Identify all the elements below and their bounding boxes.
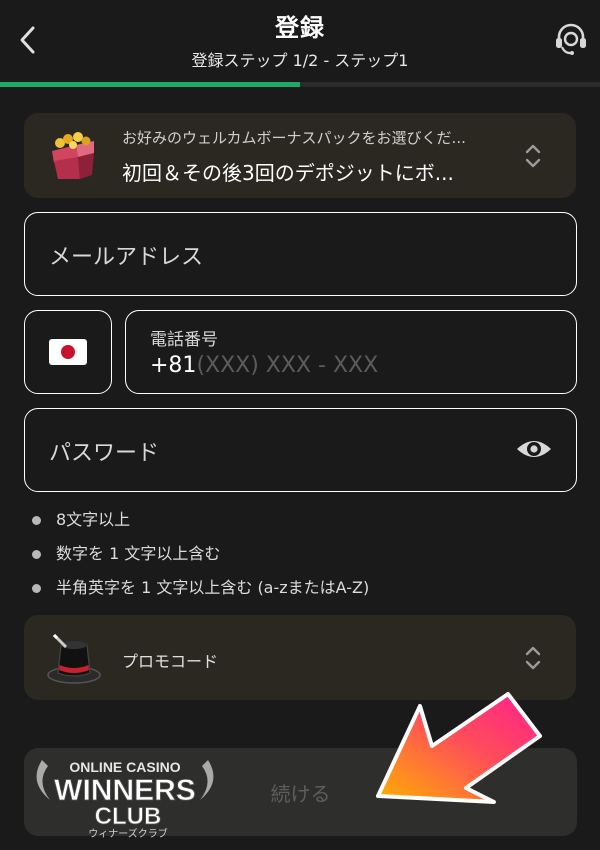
country-code-selector[interactable] bbox=[24, 310, 112, 394]
phone-field[interactable]: 電話番号 +81(XXX) XXX - XXX bbox=[125, 310, 577, 394]
step-indicator: 登録ステップ 1/2 - ステップ1 bbox=[191, 51, 409, 70]
chevron-up-down-icon bbox=[525, 144, 541, 168]
progress-bar-fill bbox=[0, 82, 300, 87]
welcome-bonus-select[interactable]: お好みのウェルカムボーナスパックをお選びくだ... 初回＆その後3回のデポジット… bbox=[24, 113, 576, 198]
chevron-up-down-icon bbox=[525, 646, 541, 670]
password-rules: 8文字以上 数字を 1 文字以上含む 半角英字を 1 文字以上含む (a-zまた… bbox=[30, 508, 590, 610]
logo-line-1: ONLINE CASINO bbox=[69, 759, 180, 775]
headset-support-icon bbox=[556, 23, 586, 55]
bullet-icon bbox=[32, 584, 41, 593]
password-field[interactable]: パスワード bbox=[24, 408, 577, 492]
bullet-icon bbox=[32, 516, 41, 525]
email-field[interactable]: メールアドレス bbox=[24, 212, 577, 296]
password-rule: 8文字以上 bbox=[30, 508, 590, 542]
support-button[interactable] bbox=[552, 20, 590, 58]
promo-code-label: プロモコード bbox=[122, 652, 219, 671]
password-rule: 半角英字を 1 文字以上含む (a-zまたはA-Z) bbox=[30, 576, 590, 610]
phone-placeholder: (XXX) XXX - XXX bbox=[196, 353, 379, 378]
pointer-arrow-icon bbox=[376, 692, 542, 804]
header: 登録 登録ステップ 1/2 - ステップ1 bbox=[0, 0, 600, 82]
password-rule: 数字を 1 文字以上含む bbox=[30, 542, 590, 576]
phone-label: 電話番号 bbox=[150, 330, 218, 350]
password-placeholder: パスワード bbox=[49, 441, 160, 466]
logo-line-4: ウィナーズクラブ bbox=[88, 827, 168, 840]
bullet-icon bbox=[32, 550, 41, 559]
phone-prefix: +81 bbox=[150, 353, 197, 378]
logo-line-3: CLUB bbox=[95, 803, 162, 830]
eye-icon[interactable] bbox=[515, 435, 553, 463]
phone-input-line: +81(XXX) XXX - XXX bbox=[150, 353, 378, 378]
progress-bar bbox=[0, 82, 600, 87]
bonus-hint: お好みのウェルカムボーナスパックをお選びくだ... bbox=[122, 129, 466, 147]
bonus-selected-value: 初回＆その後3回のデポジットにボ... bbox=[122, 161, 454, 185]
magic-hat-icon bbox=[47, 633, 101, 684]
email-placeholder: メールアドレス bbox=[49, 245, 204, 270]
winners-club-logo: ONLINE CASINO WINNERS CLUB ウィナーズクラブ bbox=[36, 759, 214, 840]
gift-box-icon bbox=[52, 132, 94, 179]
page-title: 登録 bbox=[275, 14, 325, 42]
japan-flag-icon bbox=[49, 339, 87, 365]
